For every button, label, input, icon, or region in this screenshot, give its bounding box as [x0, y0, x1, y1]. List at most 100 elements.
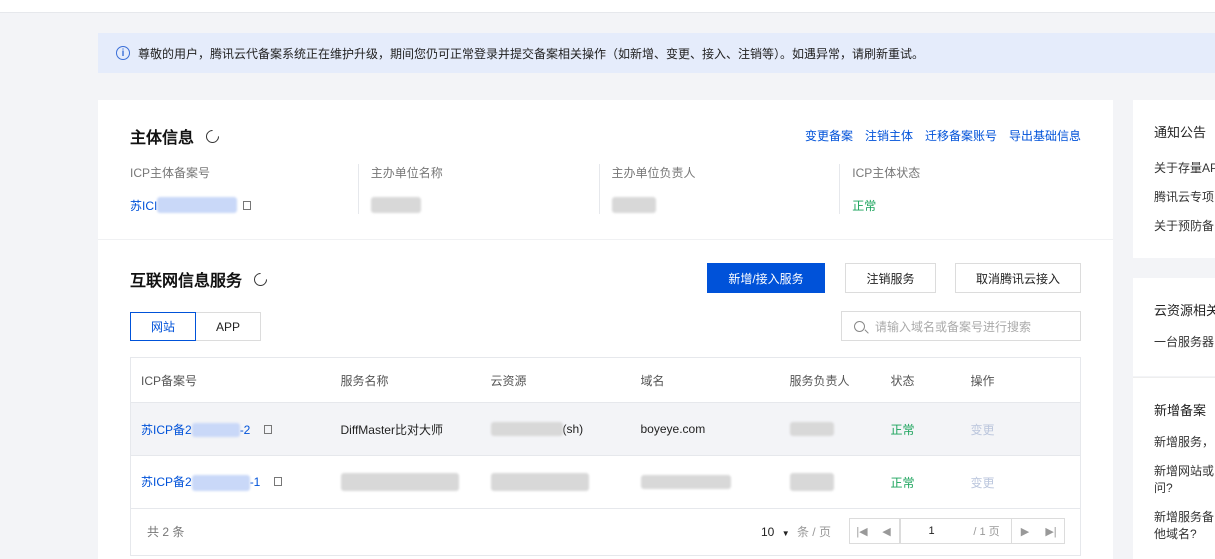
service-type-tabs: 网站 APP [130, 312, 261, 341]
icp-suffix: -2 [239, 422, 251, 437]
icp-status-field: ICP主体状态 正常 [839, 164, 1080, 214]
total-count: 共 2 条 [147, 525, 185, 539]
subject-title-wrap: 主体信息 [130, 124, 222, 148]
redacted-value [490, 473, 589, 491]
field-label: 主办单位负责人 [611, 166, 696, 180]
cloud-cell: (sh) [480, 402, 631, 456]
redacted-value [789, 473, 834, 491]
icp-cell: 苏ICP备2 -1 [130, 455, 331, 509]
redacted-value [490, 422, 563, 437]
field-label: 主办单位名称 [370, 166, 443, 180]
icp-status-value: 正常 [852, 198, 877, 213]
table-header: ICP备案号 服务名称 云资源 域名 服务负责人 状态 操作 [130, 357, 1081, 403]
tab-app[interactable]: APP [196, 312, 261, 341]
icp-number-field: ICP主体备案号 苏ICI [130, 164, 358, 214]
services-title-wrap: 互联网信息服务 [130, 267, 270, 291]
redacted-value [640, 475, 731, 490]
new-record-title: 新增备案 [1154, 403, 1207, 418]
col-icp: ICP备案号 [130, 357, 331, 403]
domain-cell [630, 455, 780, 509]
refresh-icon[interactable] [203, 126, 222, 146]
copy-icon[interactable] [243, 200, 252, 210]
icp-number-value[interactable]: 苏ICI [130, 197, 157, 214]
field-label: ICP主体状态 [852, 166, 921, 180]
add-service-button[interactable]: 新增/接入服务 [707, 263, 825, 293]
page-size-value: 10 [761, 525, 775, 539]
notice-text: 尊敬的用户，腾讯云代备案系统正在维护升级，期间您仍可正常登录并提交备案相关操作（… [138, 46, 925, 61]
change-action[interactable]: 变更 [960, 402, 1081, 456]
notice-item[interactable]: 关于存量AP [1154, 160, 1215, 177]
icp-link[interactable]: 苏ICP备2 [141, 423, 192, 437]
owner-cell [779, 402, 881, 456]
redacted-value [370, 197, 421, 213]
cancel-service-button[interactable]: 注销服务 [845, 263, 936, 293]
faq-item-cont[interactable]: 他域名? [1154, 526, 1215, 543]
main-card: 主体信息 变更备案 注销主体 迁移备案账号 导出基础信息 ICP主体备案号 苏I… [98, 100, 1113, 559]
first-page-icon[interactable]: |◀ [849, 518, 875, 544]
search-placeholder: 请输入域名或备案号进行搜索 [875, 319, 1032, 334]
icp-suffix: -1 [249, 475, 261, 490]
cloud-panel-title: 云资源相关 [1154, 303, 1215, 318]
search-icon [854, 320, 865, 332]
col-action: 操作 [960, 357, 1081, 403]
cloud-item[interactable]: 一台服务器 [1154, 334, 1215, 351]
col-domain: 域名 [630, 357, 780, 403]
faq-item[interactable]: 新增服务， [1154, 434, 1215, 451]
unlink-tencent-button[interactable]: 取消腾讯云接入 [955, 263, 1081, 293]
faq-item[interactable]: 新增网站或 [1154, 463, 1215, 480]
chevron-down-icon: ▼ [781, 529, 790, 538]
icp-cell: 苏ICP备2 -2 [130, 402, 331, 456]
col-cloud: 云资源 [480, 357, 631, 403]
notice-item[interactable]: 关于预防备 [1154, 218, 1215, 235]
prev-page-icon[interactable]: ◀ [874, 518, 900, 544]
maintenance-notice: i 尊敬的用户，腾讯云代备案系统正在维护升级，期间您仍可正常登录并提交备案相关操… [98, 33, 1215, 73]
copy-icon[interactable] [263, 424, 272, 434]
cloud-suffix: (sh) [562, 421, 584, 436]
migrate-account-link[interactable]: 迁移备案账号 [925, 127, 997, 144]
icp-link[interactable]: 苏ICP备2 [141, 475, 192, 489]
subject-title: 主体信息 [130, 130, 195, 147]
redacted-value [157, 197, 238, 213]
redacted-value [611, 197, 656, 213]
export-info-link[interactable]: 导出基础信息 [1009, 127, 1081, 144]
table-row[interactable]: 苏ICP备2 -1 正常 变更 [130, 455, 1081, 509]
owner-cell [779, 455, 881, 509]
tab-website[interactable]: 网站 [130, 312, 196, 341]
col-status: 状态 [880, 357, 961, 403]
notice-panel: 通知公告 关于存量AP 腾讯云专项 关于预防备 [1133, 100, 1215, 258]
faq-item[interactable]: 新增服务备 [1154, 509, 1215, 526]
page-size-select[interactable]: 10 ▼ 条 / 页 [761, 523, 831, 540]
redacted-value [191, 423, 240, 438]
col-owner: 服务负责人 [779, 357, 881, 403]
notice-item[interactable]: 腾讯云专项 [1154, 189, 1215, 206]
faq-item-cont[interactable]: 问? [1154, 480, 1215, 497]
subject-links: 变更备案 注销主体 迁移备案账号 导出基础信息 [805, 127, 1081, 144]
service-name-cell: DiffMaster比对大师 [330, 402, 481, 456]
col-name: 服务名称 [330, 357, 481, 403]
services-table: ICP备案号 服务名称 云资源 域名 服务负责人 状态 操作 苏ICP备2 -2 … [130, 357, 1081, 509]
cancel-subject-link[interactable]: 注销主体 [865, 127, 913, 144]
next-page-icon[interactable]: ▶ [1012, 518, 1039, 544]
redacted-value [191, 474, 250, 491]
last-page-icon[interactable]: ▶| [1038, 518, 1065, 544]
search-input[interactable]: 请输入域名或备案号进行搜索 [841, 311, 1081, 341]
change-action[interactable]: 变更 [960, 455, 1081, 509]
page-count: / 1 页 [962, 518, 1012, 544]
refresh-icon[interactable] [251, 269, 270, 289]
info-icon: i [116, 46, 130, 60]
cloud-panel: 云资源相关 一台服务器 [1133, 278, 1215, 376]
copy-icon[interactable] [273, 477, 282, 487]
domain-cell: boyeye.com [630, 402, 780, 456]
organizer-name-field: 主办单位名称 [357, 164, 599, 214]
cloud-cell [480, 455, 631, 509]
change-record-link[interactable]: 变更备案 [805, 127, 853, 144]
new-record-panel: 新增备案 新增服务， 新增网站或 问? 新增服务备 他域名? [1133, 377, 1215, 559]
notice-panel-title: 通知公告 [1154, 125, 1207, 140]
top-bar [0, 0, 1215, 13]
pagination: 共 2 条 10 ▼ 条 / 页 |◀ ◀ 1 / 1 页 ▶ ▶| [130, 508, 1081, 556]
table-row[interactable]: 苏ICP备2 -2 DiffMaster比对大师 (sh) boyeye.com … [130, 402, 1081, 456]
redacted-value [340, 473, 459, 491]
page-input[interactable]: 1 [900, 518, 963, 544]
page-size-unit: 条 / 页 [796, 525, 831, 539]
field-label: ICP主体备案号 [130, 166, 211, 180]
